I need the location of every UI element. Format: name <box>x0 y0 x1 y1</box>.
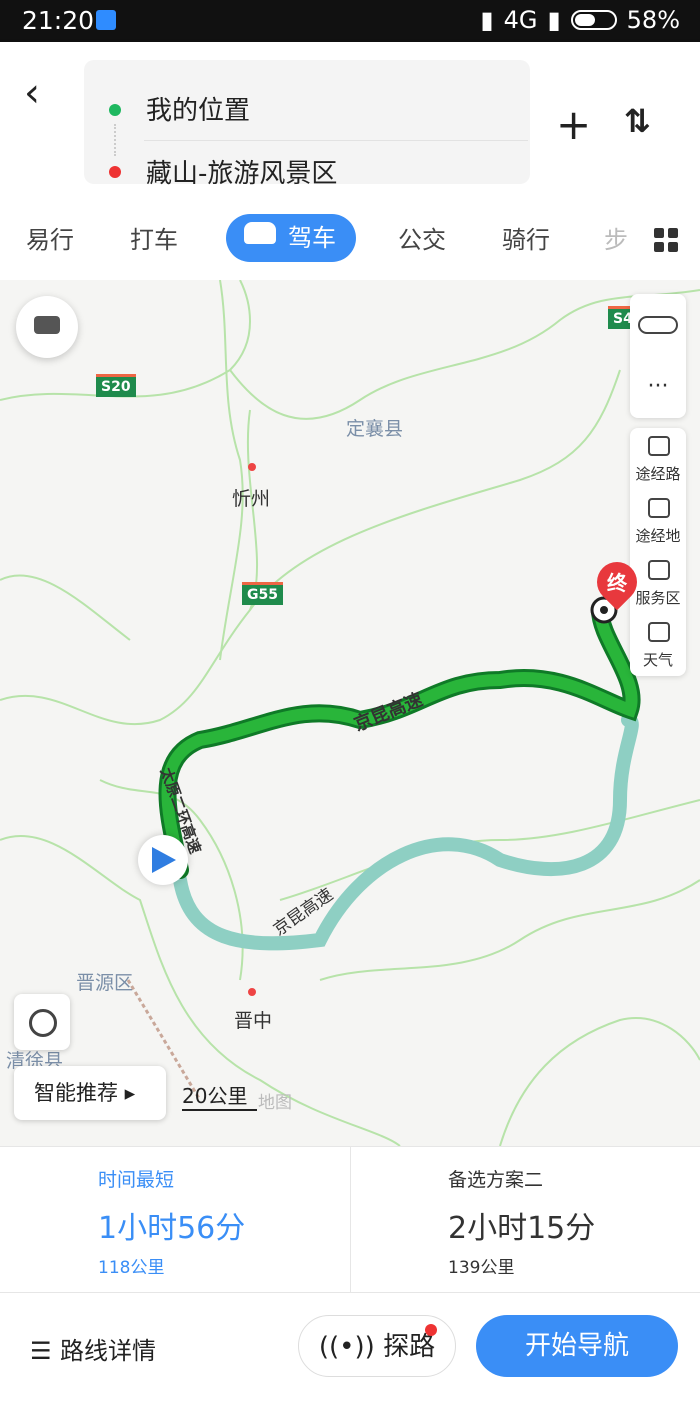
map-watermark: 地图 <box>258 1093 292 1113</box>
battery-icon <box>570 10 617 30</box>
route-distance: 139公里 <box>448 1258 515 1278</box>
route-connector <box>114 124 118 156</box>
tab-bike[interactable]: 骑行 <box>502 220 550 255</box>
more-options[interactable]: ··· <box>630 356 686 418</box>
origin-field[interactable]: 我的位置 <box>146 90 250 127</box>
highway-shield-s20: S20 <box>96 374 136 397</box>
tab-walk[interactable]: 步 <box>604 220 628 255</box>
signal-icon-2: ▮ <box>547 6 561 34</box>
notification-dot <box>425 1324 437 1336</box>
more-icon: ··· <box>647 374 669 399</box>
back-icon[interactable]: ‹ <box>24 70 40 116</box>
telegram-icon <box>96 10 116 30</box>
route-tag: 备选方案二 <box>448 1169 544 1191</box>
traffic-light-icon <box>638 316 678 334</box>
origin-dot-icon <box>109 104 121 116</box>
via-place-button[interactable]: 途经地 <box>630 490 686 552</box>
service-area-label: 服务区 <box>635 589 681 607</box>
route-tag: 时间最短 <box>98 1169 175 1191</box>
destination-marker-label: 终 <box>607 571 627 595</box>
map-view[interactable]: 定襄县 忻州 晋源区 晋中 清徐县 S20 G55 S4 京昆高速 京昆高速 太… <box>0 280 700 1146</box>
destination-dot-icon <box>109 166 121 178</box>
signal-icon: ▮ <box>480 6 494 34</box>
status-bar: 21:20 ▮ 4G ▮ 58% <box>0 0 700 42</box>
smart-recommend-button[interactable]: 智能推荐 ▸ <box>14 1066 166 1120</box>
route-nodes-icon <box>648 436 670 456</box>
tab-drive[interactable]: 驾车 <box>226 214 356 262</box>
parking-icon <box>648 560 670 580</box>
route-inputs: 我的位置 藏山-旅游风景区 <box>84 60 530 189</box>
map-tools: ··· 途经路 途经地 服务区 天气 <box>630 294 686 686</box>
add-waypoint-icon[interactable]: + <box>556 100 591 149</box>
more-modes-icon[interactable] <box>654 228 678 252</box>
tab-transit[interactable]: 公交 <box>398 220 446 255</box>
swap-icon[interactable]: ⇅ <box>624 102 651 140</box>
map-label-jinyuan: 晋源区 <box>76 972 134 994</box>
broadcast-icon: ((•)) <box>318 1332 384 1362</box>
map-label-jinzhong: 晋中 <box>234 1010 273 1032</box>
map-scale: 20公里 <box>182 1080 258 1111</box>
tab-taxi[interactable]: 打车 <box>130 220 178 255</box>
map-label-dingxiang: 定襄县 <box>346 418 404 440</box>
route-duration: 2小时15分 <box>448 1211 596 1246</box>
explore-label: 探路 <box>383 1332 436 1362</box>
route-tools-box: 途经路 途经地 服务区 天气 <box>630 428 686 676</box>
cloud-icon <box>648 622 670 642</box>
route-option-2[interactable]: 备选方案二 2小时15分 139公里 <box>350 1147 700 1293</box>
route-duration: 1小时56分 <box>98 1211 246 1246</box>
route-option-1[interactable]: 时间最短 1小时56分 118公里 <box>0 1147 351 1293</box>
route-distance: 118公里 <box>98 1258 165 1278</box>
route-options: 时间最短 1小时56分 118公里 备选方案二 2小时15分 139公里 <box>0 1146 700 1293</box>
waypoints-button[interactable]: 途经路 <box>630 428 686 490</box>
clock: 21:20 <box>22 6 95 35</box>
highway-shield-g55: G55 <box>242 582 283 605</box>
message-icon[interactable] <box>16 296 78 358</box>
service-area-button[interactable]: 服务区 <box>630 552 686 614</box>
transport-tabs: 易行 打车 驾车 公交 骑行 步 <box>0 214 700 264</box>
traffic-toggle[interactable] <box>630 294 686 356</box>
route-header: ‹ 我的位置 藏山-旅游风景区 + ⇅ 易行 打车 驾车 公交 骑行 步 <box>0 42 700 280</box>
route-details-label: 路线详情 <box>60 1337 156 1365</box>
tab-drive-label: 驾车 <box>288 224 336 252</box>
current-location-arrow-icon <box>138 835 188 885</box>
car-icon <box>244 222 276 244</box>
waypoints-label: 途经路 <box>635 465 681 483</box>
weather-label: 天气 <box>642 651 673 669</box>
via-place-label: 途经地 <box>635 527 681 545</box>
map-label-xinzhou: 忻州 <box>232 488 271 510</box>
locate-icon[interactable] <box>14 994 70 1050</box>
traffic-box: ··· <box>630 294 686 418</box>
network-type: 4G <box>503 6 538 34</box>
map-pin-icon <box>648 498 670 518</box>
list-icon: ☰ <box>30 1337 52 1365</box>
destination-field[interactable]: 藏山-旅游风景区 <box>146 153 337 190</box>
status-icons: ▮ 4G ▮ 58% <box>480 6 680 34</box>
explore-button[interactable]: ((•)) 探路 <box>298 1315 456 1377</box>
start-navigation-button[interactable]: 开始导航 <box>476 1315 678 1377</box>
weather-button[interactable]: 天气 <box>630 614 686 676</box>
tab-easy[interactable]: 易行 <box>26 220 74 255</box>
route-details-button[interactable]: ☰ 路线详情 <box>30 1331 156 1366</box>
battery-level: 58% <box>626 6 680 34</box>
bottom-actions: ☰ 路线详情 ((•)) 探路 开始导航 <box>0 1292 700 1401</box>
divider <box>144 140 528 141</box>
